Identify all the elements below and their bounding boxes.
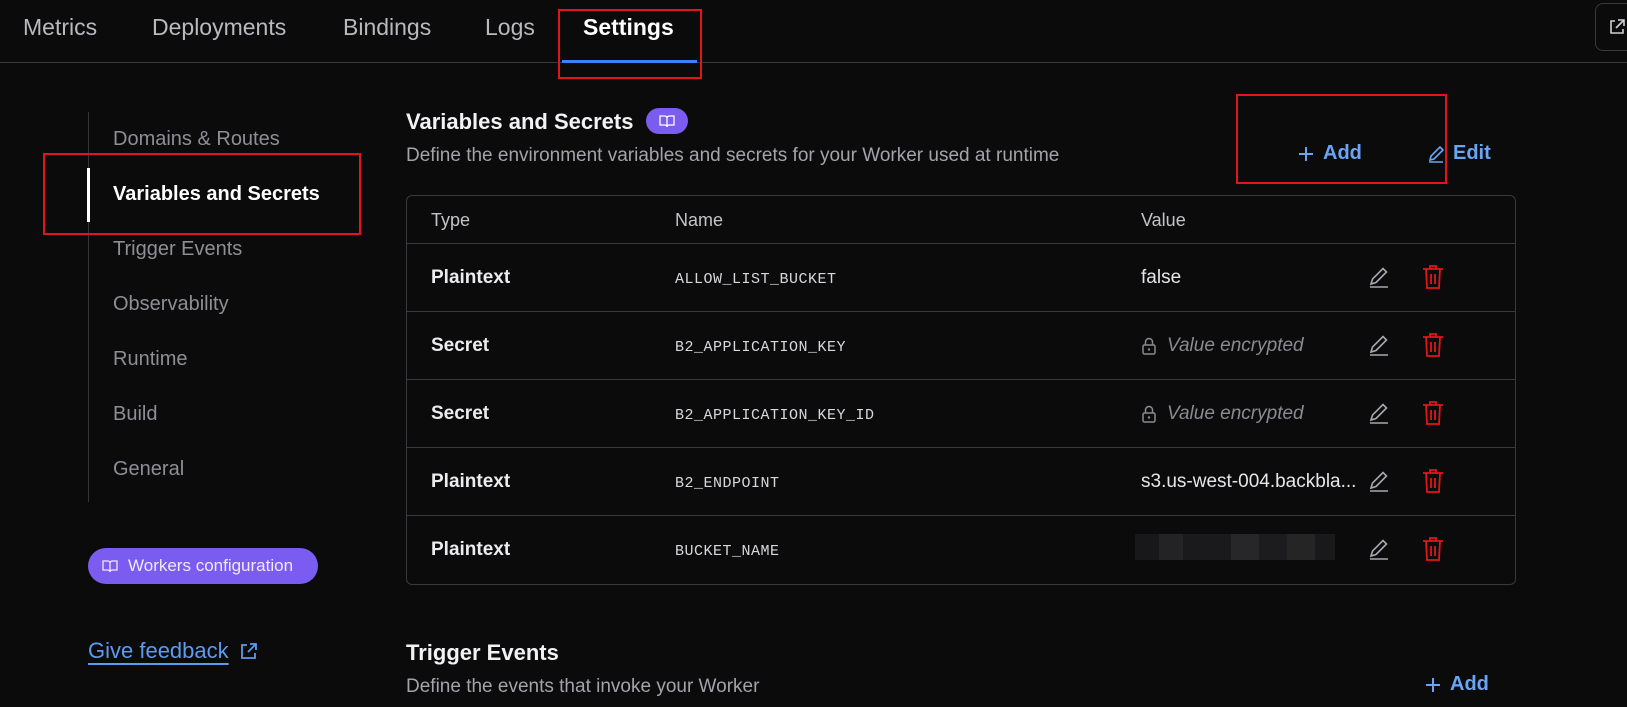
row-type: Plaintext <box>431 539 511 560</box>
tab-deployments[interactable]: Deployments <box>152 14 286 41</box>
sidebar-item-observability[interactable]: Observability <box>113 293 229 316</box>
pencil-icon <box>1369 267 1388 288</box>
tab-metrics[interactable]: Metrics <box>23 14 97 41</box>
trash-icon <box>1423 469 1443 493</box>
book-icon <box>659 115 675 128</box>
trigger-events-description: Define the events that invoke your Worke… <box>406 676 760 697</box>
row-name: BUCKET_NAME <box>675 543 780 560</box>
redacted-value <box>1135 534 1335 560</box>
row-name: B2_ENDPOINT <box>675 475 780 492</box>
column-header-name: Name <box>675 210 724 230</box>
row-edit-button[interactable] <box>1367 469 1391 498</box>
row-value-encrypted: Value encrypted <box>1141 335 1381 357</box>
sidebar-item-runtime[interactable]: Runtime <box>113 348 187 371</box>
row-value: Value encrypted <box>1167 403 1304 424</box>
active-tab-indicator <box>562 60 697 63</box>
row-edit-button[interactable] <box>1367 333 1391 362</box>
pencil-icon <box>1369 539 1388 560</box>
row-type: Plaintext <box>431 471 511 492</box>
row-type: Secret <box>431 403 490 424</box>
table-header: Type Name Value <box>407 196 1515 244</box>
plus-icon <box>1426 677 1440 692</box>
plus-icon <box>1299 146 1313 161</box>
highlight-add-button <box>1236 94 1447 184</box>
pencil-icon <box>1369 403 1388 424</box>
sidebar-item-domains-routes[interactable]: Domains & Routes <box>113 128 280 151</box>
sidebar-active-indicator <box>87 168 90 222</box>
row-edit-button[interactable] <box>1367 265 1391 294</box>
top-tab-bar: Metrics Deployments Bindings Logs Settin… <box>0 0 1627 63</box>
variables-table: Type Name Value Plaintext ALLOW_LIST_BUC… <box>406 195 1516 585</box>
tab-settings[interactable]: Settings <box>583 14 674 41</box>
workers-configuration-link[interactable]: Workers configuration <box>88 548 318 584</box>
lock-icon <box>1142 337 1156 355</box>
row-value-encrypted: Value encrypted <box>1141 403 1381 425</box>
trash-icon <box>1423 401 1443 425</box>
open-external-button[interactable] <box>1595 3 1627 51</box>
trash-icon <box>1423 333 1443 357</box>
trash-icon <box>1423 537 1443 561</box>
column-header-type: Type <box>431 210 471 230</box>
table-row: Secret B2_APPLICATION_KEY Value encrypte… <box>407 312 1515 380</box>
add-trigger-button[interactable]: Add <box>1424 673 1489 696</box>
sidebar-item-variables-secrets[interactable]: Variables and Secrets <box>113 183 320 206</box>
row-name: ALLOW_LIST_BUCKET <box>675 271 837 288</box>
external-link-icon <box>1610 19 1625 34</box>
trash-icon <box>1423 265 1443 289</box>
tab-logs[interactable]: Logs <box>485 14 535 41</box>
add-variable-button[interactable]: Add <box>1297 142 1362 165</box>
row-delete-button[interactable] <box>1421 332 1445 363</box>
row-name: B2_APPLICATION_KEY_ID <box>675 407 875 424</box>
row-name: B2_APPLICATION_KEY <box>675 339 847 356</box>
row-value: false <box>1141 267 1182 288</box>
pencil-icon <box>1428 145 1445 163</box>
give-feedback-link[interactable]: Give feedback <box>88 638 259 664</box>
variables-section-description: Define the environment variables and sec… <box>406 145 1060 166</box>
edit-variables-button[interactable]: Edit <box>1427 142 1491 165</box>
docs-badge[interactable] <box>646 108 688 134</box>
row-value: s3.us-west-004.backbla... <box>1141 471 1357 492</box>
table-row: Plaintext ALLOW_LIST_BUCKET false <box>407 244 1515 312</box>
row-delete-button[interactable] <box>1421 468 1445 499</box>
book-icon <box>102 560 118 573</box>
settings-sidebar: Domains & Routes Variables and Secrets T… <box>87 112 368 502</box>
trigger-events-title: Trigger Events <box>406 640 559 665</box>
sidebar-item-trigger-events[interactable]: Trigger Events <box>113 238 242 261</box>
edit-variables-label: Edit <box>1453 142 1491 164</box>
give-feedback-label: Give feedback <box>88 638 229 663</box>
workers-configuration-label: Workers configuration <box>128 556 294 575</box>
table-row: Plaintext B2_ENDPOINT s3.us-west-004.bac… <box>407 448 1515 516</box>
row-delete-button[interactable] <box>1421 400 1445 431</box>
sidebar-item-general[interactable]: General <box>113 458 184 481</box>
column-header-value: Value <box>1141 210 1186 230</box>
sidebar-item-build[interactable]: Build <box>113 403 157 426</box>
table-row: Plaintext BUCKET_NAME <box>407 516 1515 584</box>
row-value: Value encrypted <box>1167 335 1304 356</box>
lock-icon <box>1142 405 1156 423</box>
row-edit-button[interactable] <box>1367 537 1391 566</box>
row-delete-button[interactable] <box>1421 264 1445 295</box>
external-link-icon <box>240 643 257 659</box>
row-type: Secret <box>431 335 490 356</box>
add-trigger-label: Add <box>1450 673 1489 695</box>
table-row: Secret B2_APPLICATION_KEY_ID Value encry… <box>407 380 1515 448</box>
pencil-icon <box>1369 335 1388 356</box>
add-variable-label: Add <box>1323 142 1362 164</box>
tab-bindings[interactable]: Bindings <box>343 14 431 41</box>
variables-section-title: Variables and Secrets <box>406 109 634 134</box>
pencil-icon <box>1369 471 1388 492</box>
row-edit-button[interactable] <box>1367 401 1391 430</box>
row-delete-button[interactable] <box>1421 536 1445 567</box>
row-type: Plaintext <box>431 267 511 288</box>
